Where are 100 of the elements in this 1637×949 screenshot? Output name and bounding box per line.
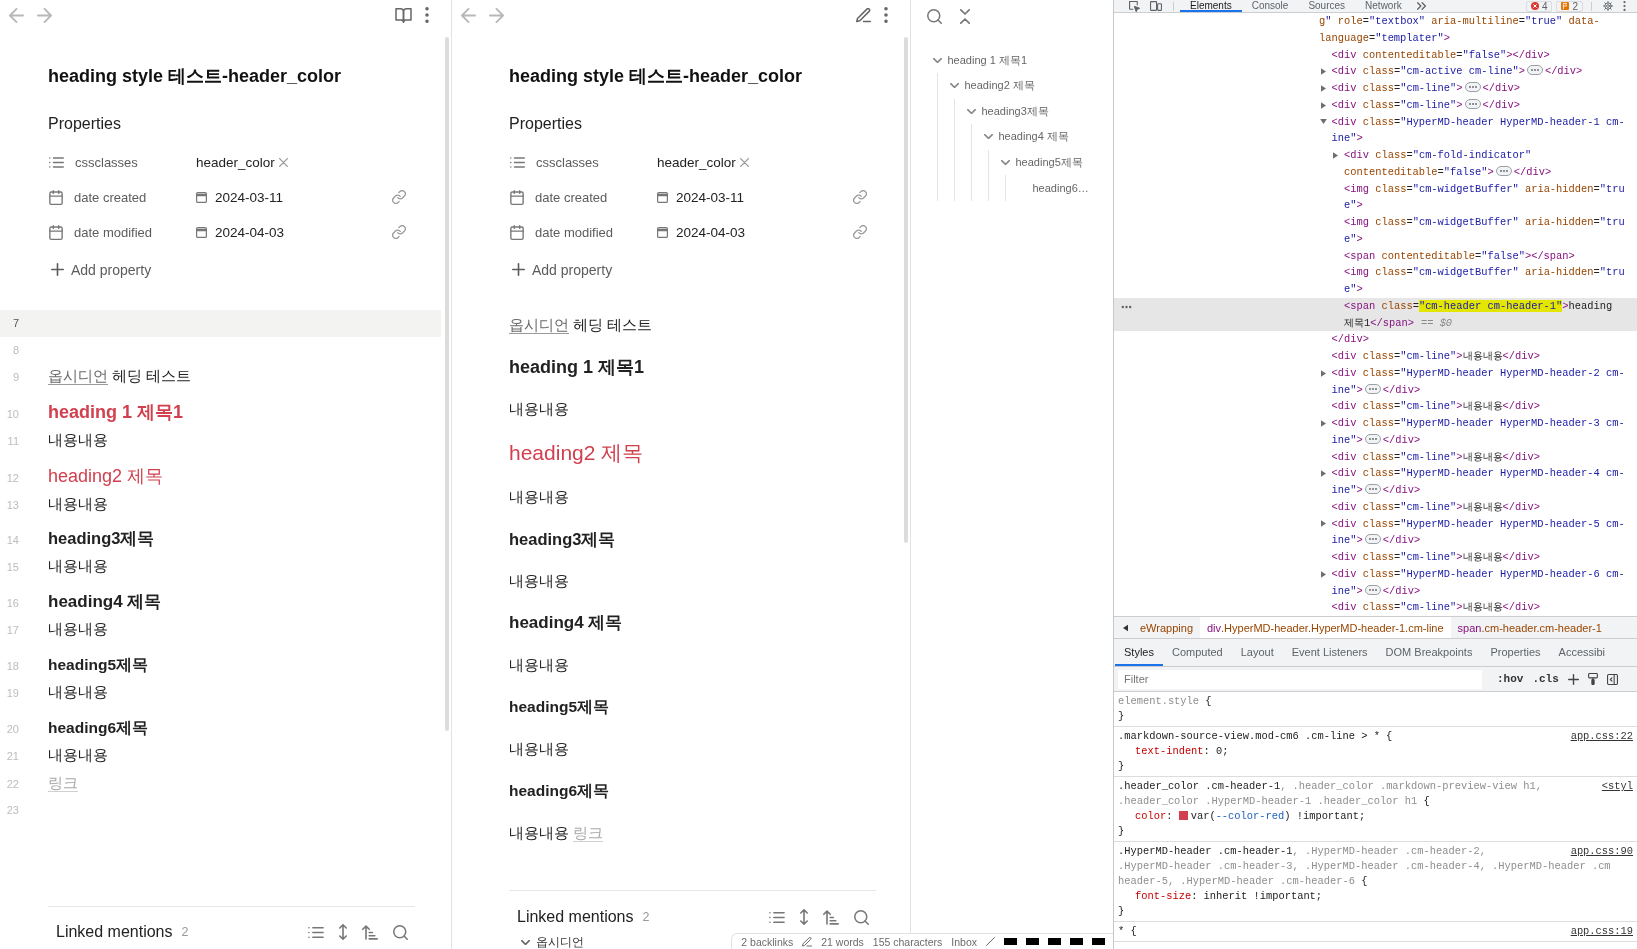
tab[interactable]: Accessibi xyxy=(1549,639,1614,666)
dom-node[interactable]: <div class="HyperMD-header HyperMD-header-6 cm- ine"> </div> xyxy=(1319,565,1625,600)
collapse-icon[interactable] xyxy=(960,8,970,24)
device-icon[interactable] xyxy=(1150,1,1162,11)
brush-icon[interactable] xyxy=(1587,673,1598,685)
scrollbar[interactable] xyxy=(904,37,908,543)
triangle-icon[interactable] xyxy=(1320,369,1326,377)
ellipsis-icon[interactable] xyxy=(1495,165,1512,176)
close-icon[interactable] xyxy=(278,157,288,167)
breadcrumb[interactable]: eWrapping xyxy=(1133,617,1200,638)
link[interactable]: 옵시디언 xyxy=(509,317,569,333)
ellipsis-icon[interactable] xyxy=(1364,433,1381,444)
close-icon[interactable] xyxy=(739,157,749,167)
property-tag[interactable]: header_color xyxy=(196,154,288,170)
chevron-icon[interactable] xyxy=(1000,159,1010,165)
triangle-icon[interactable] xyxy=(1333,151,1338,159)
tab[interactable]: Properties xyxy=(1481,639,1550,666)
sort-icon[interactable] xyxy=(362,924,378,940)
ellipsis-icon[interactable] xyxy=(1526,65,1543,76)
dom-node[interactable]: <div class="HyperMD-header HyperMD-header-1 cm- ine"> xyxy=(1319,113,1625,147)
dom-node[interactable]: <div class="HyperMD-header HyperMD-header-3 cm- ine"> </div> xyxy=(1319,415,1625,449)
search-icon[interactable] xyxy=(927,8,942,24)
date-field[interactable]: 2024-04-03 xyxy=(657,224,746,240)
state-toggle[interactable]: :hov xyxy=(1497,673,1524,685)
triangle-icon[interactable] xyxy=(1320,570,1326,578)
link-icon[interactable] xyxy=(853,190,867,204)
color-swatch-icon[interactable] xyxy=(1178,811,1188,820)
triangle-icon[interactable] xyxy=(1320,101,1326,109)
dom-node[interactable]: <div class="cm-line">내용내용</div> xyxy=(1319,448,1540,466)
dom-node[interactable]: <img class="cm-widgetBuffer" aria-hidden="tru e"> xyxy=(1332,214,1625,248)
css-selector[interactable]: .HyperMD-header .cm-header-3, .HyperMD-header .cm-header-4, .HyperMD-header .cm xyxy=(1118,859,1611,874)
link-icon[interactable] xyxy=(392,190,406,204)
plus-icon[interactable] xyxy=(1567,673,1579,685)
search-icon[interactable] xyxy=(854,909,869,925)
property-name[interactable]: cssclasses xyxy=(536,154,599,170)
list-icon[interactable] xyxy=(769,911,785,923)
dom-node[interactable]: <div class="cm-line">내용내용</div> xyxy=(1319,498,1540,516)
arrow-up-down-icon[interactable] xyxy=(800,909,808,925)
ellipsis-icon[interactable] xyxy=(1364,383,1381,394)
tab[interactable]: Computed xyxy=(1162,639,1232,666)
dom-node[interactable]: <div class="HyperMD-header HyperMD-header-4 cm- ine"> </div> xyxy=(1319,465,1625,499)
triangle-icon[interactable] xyxy=(1320,470,1326,478)
property-name[interactable]: cssclasses xyxy=(75,154,138,170)
triangle-icon[interactable] xyxy=(1320,419,1326,427)
chevron-icon[interactable] xyxy=(932,57,942,63)
chevron-icon[interactable] xyxy=(521,939,530,945)
property-tag[interactable]: header_color xyxy=(657,154,749,170)
tab[interactable]: Network xyxy=(1355,0,1412,12)
ellipsis-icon[interactable] xyxy=(1364,484,1381,494)
chevron-icon[interactable] xyxy=(949,83,959,89)
book-icon[interactable] xyxy=(395,7,412,23)
add-property-button[interactable]: Add property xyxy=(48,252,152,287)
dom-node[interactable]: <div class="cm-line">내용내용</div> xyxy=(1319,599,1540,616)
dom-node[interactable]: <img class="cm-widgetBuffer" aria-hidden="tru e"> xyxy=(1332,180,1625,214)
dom-node[interactable]: <div class="cm-active cm-line"> </div> xyxy=(1319,63,1583,80)
property-name[interactable]: date created xyxy=(74,189,147,205)
source-link[interactable]: <styl xyxy=(1601,779,1633,794)
tab[interactable]: Sources xyxy=(1298,0,1356,12)
tab[interactable]: Event Listeners xyxy=(1282,639,1377,666)
ellipsis-icon[interactable] xyxy=(1364,534,1381,545)
ellipsis-icon[interactable] xyxy=(1464,98,1481,109)
filter-field[interactable]: Filter xyxy=(1118,669,1482,689)
breadcrumb[interactable]: div.HyperMD-header.HyperMD-header-1.cm-line xyxy=(1200,617,1451,638)
date-field[interactable]: 2024-04-03 xyxy=(196,224,285,240)
date-field[interactable]: 2024-03-11 xyxy=(657,189,745,205)
dom-node[interactable]: <div class="cm-line"> </div> xyxy=(1319,96,1520,114)
source-link[interactable]: app.css:19 xyxy=(1570,924,1633,939)
outline-item[interactable]: heading 1 제목1 xyxy=(932,47,1027,73)
link-icon[interactable] xyxy=(853,225,867,239)
class-toggle[interactable]: .cls xyxy=(1532,673,1559,685)
css-declaration[interactable]: font-size: inherit !important; xyxy=(1118,889,1323,904)
dom-node[interactable]: g" role="textbox" aria-multiline="true" data- language="templater"> xyxy=(1307,13,1600,47)
css-declaration[interactable]: text-indent: 0; xyxy=(1118,744,1229,759)
add-property-button[interactable]: Add property xyxy=(509,252,613,287)
outline-item[interactable]: heading2 제목 xyxy=(949,73,1035,99)
outline-item[interactable]: heading5제목 xyxy=(1000,149,1083,175)
css-selector[interactable]: * { xyxy=(1118,924,1137,939)
triangle-icon[interactable] xyxy=(1320,520,1326,528)
more-icon[interactable] xyxy=(1623,1,1626,11)
property-name[interactable]: date created xyxy=(535,189,608,205)
triangle-icon[interactable] xyxy=(1320,84,1326,92)
chevrons-right-icon[interactable] xyxy=(1416,2,1426,10)
triangle-icon[interactable] xyxy=(1319,119,1327,125)
dom-node[interactable]: <div class="cm-line">내용내용</div> xyxy=(1319,549,1540,566)
source-link[interactable]: app.css:90 xyxy=(1570,844,1633,859)
mention-item[interactable]: 옵시디언 xyxy=(519,935,584,949)
css-selector[interactable]: .markdown-source-view.mod-cm6 .cm-line > * { xyxy=(1118,729,1393,744)
chevron-icon[interactable] xyxy=(983,134,993,140)
tab[interactable]: DOM Breakpoints xyxy=(1376,639,1482,666)
breadcrumb[interactable]: span.cm-header.cm-header-1 xyxy=(1450,617,1609,638)
outline-item[interactable]: heading6… xyxy=(1017,175,1089,201)
css-selector[interactable]: .header_color .cm-header-1, .header_color .markdown-preview-view h1, xyxy=(1118,779,1542,794)
arrow-up-down-icon[interactable] xyxy=(339,924,347,940)
link-icon[interactable] xyxy=(392,225,406,239)
tab[interactable]: Layout xyxy=(1231,639,1283,666)
search-icon[interactable] xyxy=(393,924,408,940)
more-icon[interactable] xyxy=(425,7,429,23)
css-declaration[interactable]: color: var(--color-red) !important; xyxy=(1118,809,1366,824)
status-item[interactable]: Inbox xyxy=(951,935,977,948)
tab[interactable]: Elements xyxy=(1180,0,1242,12)
